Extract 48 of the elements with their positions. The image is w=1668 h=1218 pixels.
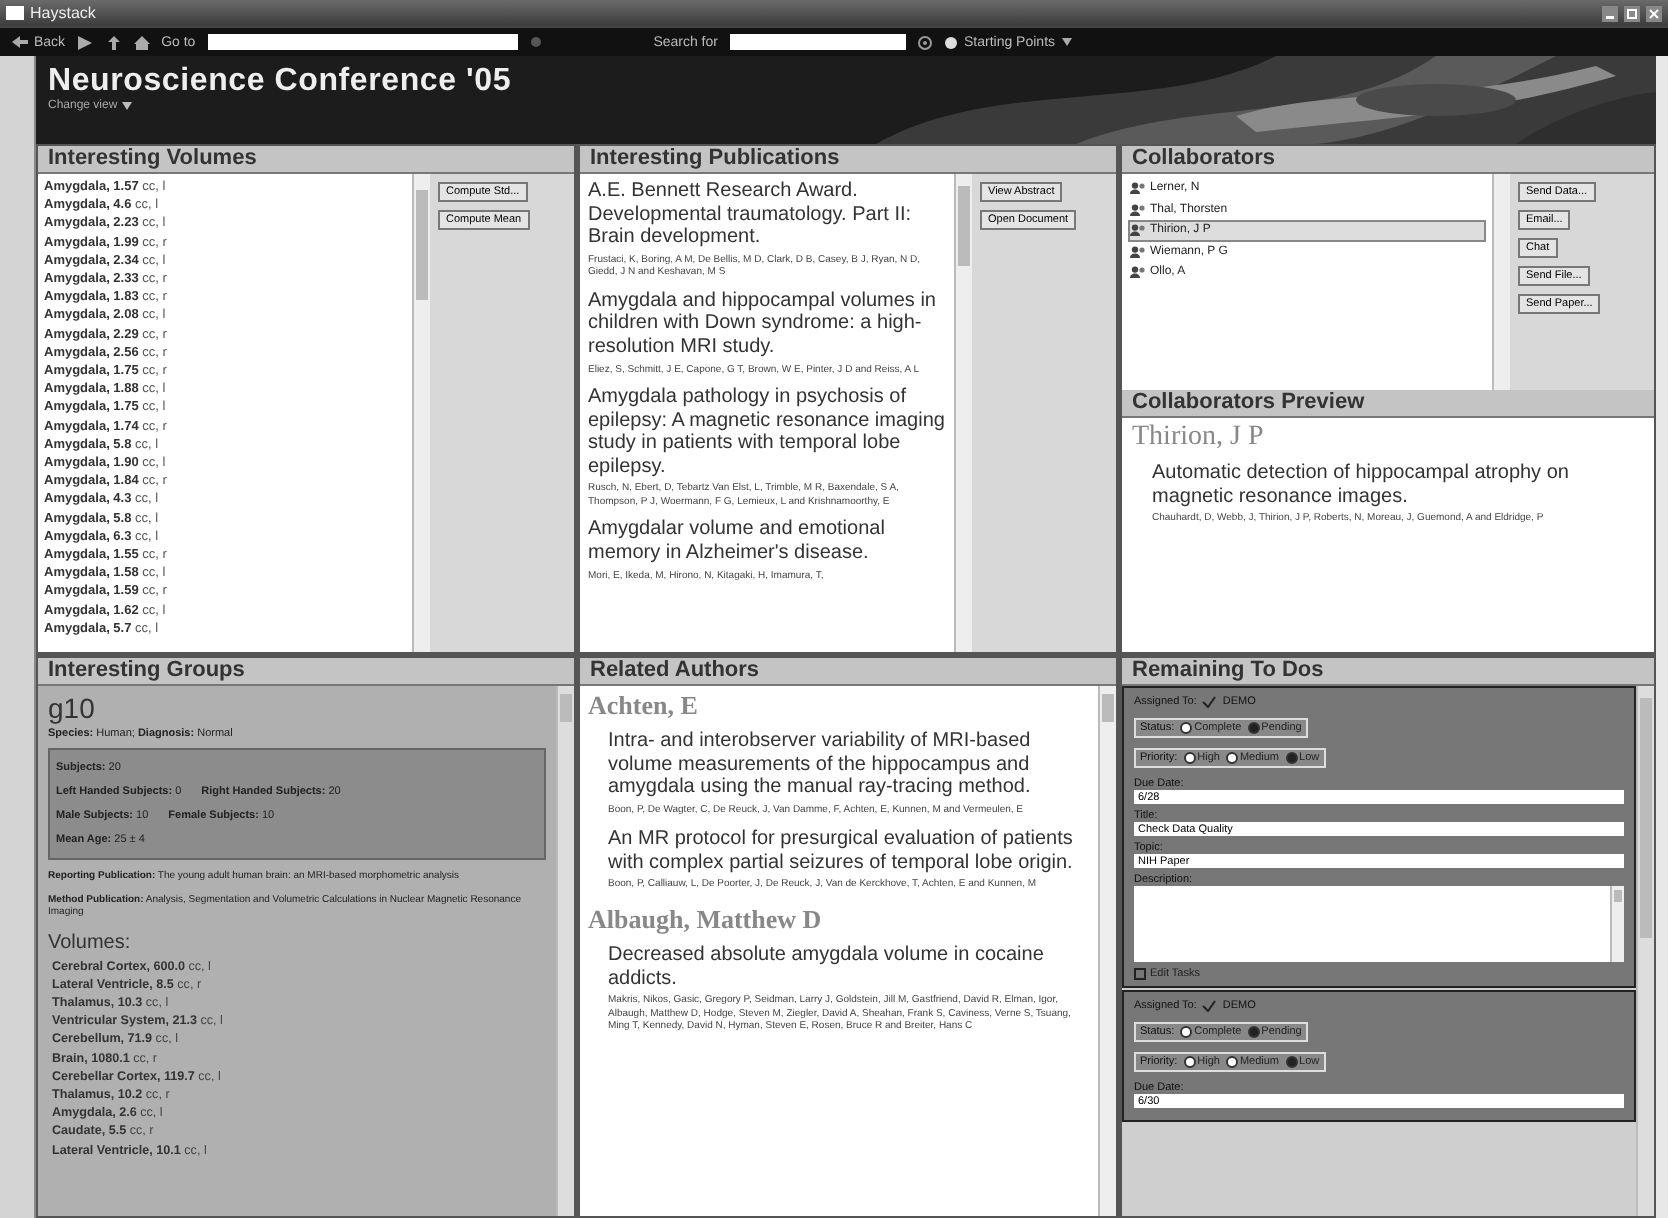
panel-header: Interesting Volumes: [38, 146, 574, 174]
publication-title[interactable]: A.E. Bennett Research Award. Developmental traumatology. Part II: Brain development.: [588, 180, 946, 250]
author-name: Thirion, J P: [1132, 422, 1266, 454]
forward-icon[interactable]: [77, 35, 94, 49]
scrollbar[interactable]: [1636, 686, 1654, 1216]
people-icon: [1130, 245, 1146, 258]
close-icon[interactable]: [1646, 5, 1662, 21]
window-icon: [6, 6, 24, 20]
scrollbar[interactable]: [954, 174, 972, 652]
panel-header: Interesting Publications: [580, 146, 1116, 174]
publication-title[interactable]: Amygdala and hippocampal volumes in children with Down syndrome: a high-resolution MRI study.: [588, 289, 946, 360]
panel-header: Collaborators: [1122, 146, 1654, 174]
scrollbar[interactable]: [556, 686, 574, 1216]
check-icon: [1202, 696, 1217, 708]
scrollbar[interactable]: [1098, 686, 1116, 1216]
search-field[interactable]: [729, 34, 906, 50]
publication-title[interactable]: Intra- and interobserver variability of MRI-based volume measurements of the hippocampus and amygdala using the manual ray-tracing method.: [608, 730, 1090, 800]
circle-icon: [943, 35, 958, 49]
panel-header: Collaborators Preview: [1122, 390, 1654, 418]
author-name[interactable]: Achten, E: [588, 690, 1090, 722]
go-to-field[interactable]: [207, 34, 518, 50]
people-icon: [1130, 266, 1146, 279]
publication-title[interactable]: Amygdalar volume and emotional memory in Alzheimer's disease.: [588, 518, 946, 566]
author-name[interactable]: Albaugh, Matthew D: [588, 903, 1090, 936]
home-icon[interactable]: [133, 35, 150, 49]
text-area[interactable]: [1134, 886, 1624, 962]
volumes-label: Volumes:: [48, 931, 133, 953]
scrollbar[interactable]: [412, 174, 430, 652]
group-name: g10: [48, 692, 97, 724]
panel-header: Interesting Groups: [38, 658, 574, 686]
panel-header: Remaining To Dos: [1122, 658, 1654, 686]
publication-title[interactable]: Amygdala pathology in psychosis of epilepsy: A magnetic resonance imaging study in patients with temporal lobe epilepsy.: [588, 386, 946, 479]
publication-title[interactable]: Decreased absolute amygdala volume in cocaine addicts.: [608, 943, 1090, 991]
panel-header: Related Authors: [580, 658, 1116, 686]
people-icon: [1130, 224, 1146, 237]
people-icon: [1130, 203, 1146, 216]
publication-title[interactable]: An MR protocol for presurgical evaluation of patients with complex partial seizures of temporal lobe origin.: [608, 828, 1090, 875]
window-title: Haystack: [30, 4, 96, 22]
check-icon: [1202, 1000, 1217, 1012]
caret-icon: [121, 102, 132, 110]
caret-icon: [1061, 38, 1072, 46]
people-icon: [1130, 182, 1146, 195]
back-arrow-icon: [12, 36, 28, 48]
maximize-icon[interactable]: [1624, 5, 1640, 21]
minimize-icon[interactable]: [1602, 5, 1618, 21]
page-title: Neuroscience Conference '05: [48, 64, 512, 99]
scrollbar[interactable]: [1492, 174, 1510, 390]
publication-title[interactable]: Automatic detection of hippocampal atrophy on magnetic resonance images.: [1152, 462, 1644, 509]
